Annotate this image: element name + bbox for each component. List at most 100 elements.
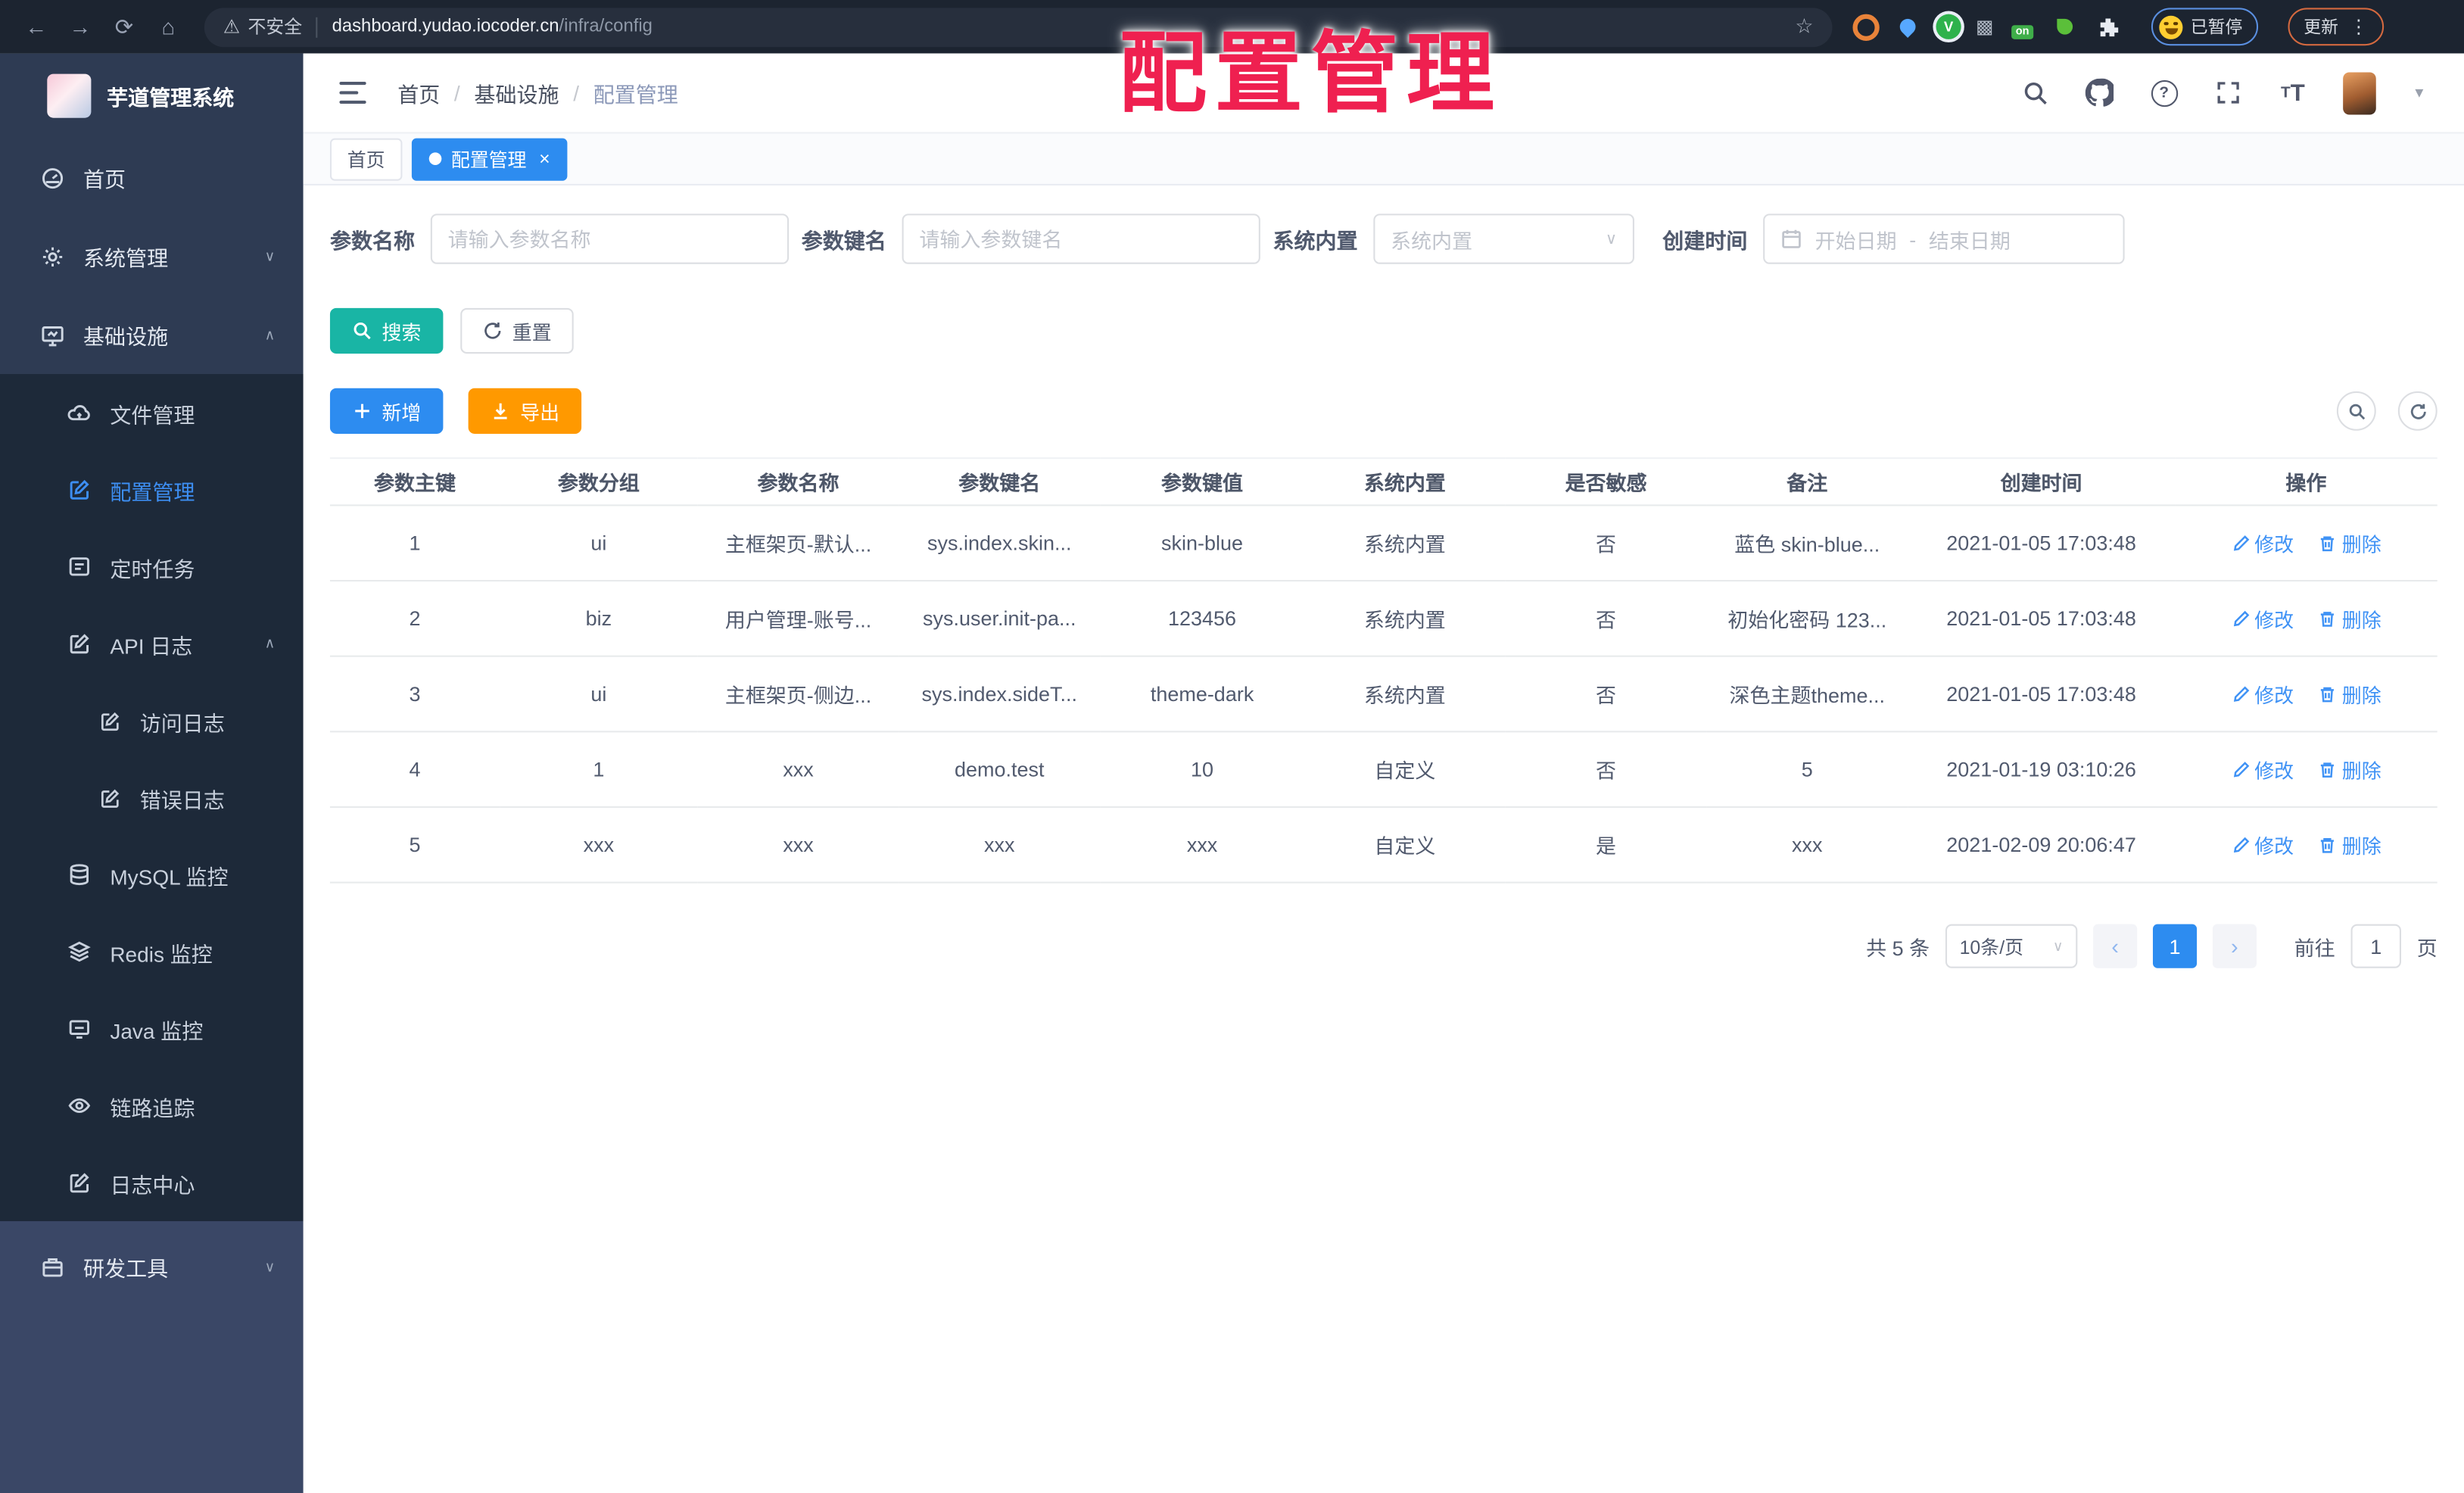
sidebar-item-system[interactable]: 系统管理 ∨ <box>0 217 304 295</box>
delete-link[interactable]: 删除 <box>2319 528 2381 558</box>
refresh-icon <box>484 323 501 339</box>
tab-config-mgmt[interactable]: 配置管理 × <box>411 137 568 180</box>
extension-pin-icon[interactable] <box>1893 13 1921 41</box>
edit-link[interactable]: 修改 <box>2231 679 2294 709</box>
app-title: 芋道管理系统 <box>107 86 235 111</box>
sidebar-item-home[interactable]: 首页 <box>0 139 304 217</box>
forward-icon[interactable]: → <box>60 6 101 47</box>
delete-link[interactable]: 删除 <box>2319 603 2381 633</box>
extension-grid-icon[interactable]: ▩ <box>1975 17 1994 36</box>
extensions-row: V ▩ on 已暂停 更新 ⋮ <box>1851 8 2385 46</box>
extensions-puzzle-icon[interactable] <box>2093 13 2121 41</box>
fullscreen-icon[interactable] <box>2214 79 2242 107</box>
help-icon[interactable]: ? <box>2150 79 2178 107</box>
update-label: 更新 <box>2304 18 2338 38</box>
sidebar-item-config-mgmt[interactable]: 配置管理 <box>0 451 304 528</box>
search-button[interactable]: 搜索 <box>329 307 444 354</box>
url-path: /infra/config <box>559 17 653 36</box>
search-icon <box>354 323 371 340</box>
tab-home[interactable]: 首页 <box>329 137 403 180</box>
address-bar[interactable]: ⚠ 不安全 dashboard.yudao.iocoder.cn/infra/c… <box>204 7 1833 47</box>
breadcrumb: 首页 / 基础设施 / 配置管理 <box>397 77 678 109</box>
divider <box>316 16 318 37</box>
refresh-table-icon[interactable] <box>2397 391 2438 431</box>
sidebar-item-dev-tools[interactable]: 研发工具 ∨ <box>0 1227 304 1306</box>
chevron-down-icon[interactable]: ▼ <box>2413 85 2427 101</box>
reset-button[interactable]: 重置 <box>460 307 574 354</box>
current-page[interactable]: 1 <box>2152 924 2198 968</box>
search-icon[interactable] <box>2021 79 2049 107</box>
database-icon <box>67 863 91 887</box>
home-icon[interactable]: ⌂ <box>148 6 188 47</box>
extension-v-icon[interactable]: V <box>1936 14 1961 39</box>
sidebar-item-java-monitor[interactable]: Java 监控 <box>0 990 304 1068</box>
font-size-icon[interactable]: TT <box>2279 79 2307 107</box>
goto-page-input[interactable] <box>2350 924 2401 968</box>
chevron-down-icon: ∨ <box>2052 937 2064 954</box>
paused-badge[interactable]: 已暂停 <box>2151 8 2259 46</box>
add-button[interactable]: 新增 <box>329 388 444 434</box>
builtin-select[interactable]: 系统内置 ∨ <box>1373 214 1634 264</box>
next-page-button[interactable]: › <box>2212 924 2257 968</box>
breadcrumb-home[interactable]: 首页 <box>397 77 440 109</box>
extension-leaf-icon[interactable] <box>2051 13 2079 41</box>
edit-link[interactable]: 修改 <box>2231 603 2294 633</box>
delete-link[interactable]: 删除 <box>2319 830 2381 859</box>
breadcrumb-infra[interactable]: 基础设施 <box>474 77 559 109</box>
trash-icon <box>2321 686 2335 702</box>
app-header: 首页 / 基础设施 / 配置管理 ? T T ▼ <box>303 53 2464 134</box>
edit-icon <box>98 786 121 809</box>
sidebar-item-scheduled-tasks[interactable]: 定时任务 <box>0 528 304 606</box>
close-icon[interactable]: × <box>539 149 550 168</box>
sidebar-item-api-logs[interactable]: API 日志 ∧ <box>0 605 304 682</box>
collapse-menu-icon[interactable] <box>339 81 367 104</box>
page-size-select[interactable]: 10条/页 ∨ <box>1945 924 2078 968</box>
param-key-input[interactable] <box>902 214 1260 264</box>
pagination: 共 5 条 10条/页 ∨ ‹ 1 › 前往 页 <box>330 924 2438 968</box>
paused-label: 已暂停 <box>2190 18 2243 38</box>
cloud-icon <box>67 401 91 424</box>
pencil-icon <box>2233 761 2249 777</box>
goto-label: 前往 <box>2294 936 2335 960</box>
sidebar-item-access-logs[interactable]: 访问日志 <box>0 682 304 759</box>
table-header-row: 参数主键 参数分组 参数名称 参数键名 参数键值 系统内置 是否敏感 备注 创建… <box>329 458 2438 506</box>
edit-icon <box>98 709 121 732</box>
extension-donut-icon[interactable] <box>1851 13 1879 41</box>
pencil-icon <box>2233 685 2249 701</box>
sidebar-item-log-center[interactable]: 日志中心 <box>0 1144 304 1221</box>
sidebar: 芋道管理系统 首页 系统管理 ∨ 基础设施 ∧ 文件管理 配置管理 定时任务 A… <box>0 53 304 1493</box>
trash-icon <box>2321 535 2335 551</box>
extension-on-icon[interactable]: on <box>2008 13 2036 41</box>
sidebar-item-tracing[interactable]: 链路追踪 <box>0 1068 304 1145</box>
bookmark-star-icon[interactable]: ☆ <box>1795 14 1813 39</box>
sidebar-item-infra[interactable]: 基础设施 ∧ <box>0 295 304 374</box>
sidebar-item-redis-monitor[interactable]: Redis 监控 <box>0 913 304 990</box>
sidebar-item-file-mgmt[interactable]: 文件管理 <box>0 374 304 451</box>
pencil-icon <box>2233 535 2249 550</box>
user-avatar[interactable] <box>2343 71 2376 114</box>
date-range-picker[interactable]: 开始日期 - 结束日期 <box>1763 214 2125 264</box>
calendar-icon <box>1782 229 1801 248</box>
back-icon[interactable]: ← <box>16 6 57 47</box>
prev-page-button[interactable]: ‹ <box>2093 924 2138 968</box>
update-button[interactable]: 更新 ⋮ <box>2288 8 2385 46</box>
kebab-menu-icon[interactable]: ⋮ <box>2349 16 2368 38</box>
security-label: 不安全 <box>248 18 303 38</box>
export-button[interactable]: 导出 <box>468 388 582 434</box>
github-icon[interactable] <box>2085 78 2114 107</box>
toggle-search-icon[interactable] <box>2336 391 2376 431</box>
sidebar-item-mysql-monitor[interactable]: MySQL 监控 <box>0 836 304 913</box>
date-start-placeholder: 开始日期 <box>1815 229 1897 253</box>
edit-link[interactable]: 修改 <box>2231 754 2294 784</box>
app-logo: 芋道管理系统 <box>0 54 304 139</box>
param-name-input[interactable] <box>430 214 790 264</box>
edit-link[interactable]: 修改 <box>2231 830 2294 859</box>
delete-link[interactable]: 删除 <box>2319 754 2381 784</box>
table-row: 4 1 xxx demo.test 10 自定义否 5 2021-01-19 03:10:26… <box>329 731 2438 809</box>
sidebar-item-error-logs[interactable]: 错误日志 <box>0 759 304 837</box>
edit-link[interactable]: 修改 <box>2231 528 2294 558</box>
chevron-up-icon: ∧ <box>264 634 276 651</box>
warning-icon: ⚠ <box>223 15 241 38</box>
reload-icon[interactable]: ⟳ <box>104 6 145 47</box>
delete-link[interactable]: 删除 <box>2319 679 2381 709</box>
